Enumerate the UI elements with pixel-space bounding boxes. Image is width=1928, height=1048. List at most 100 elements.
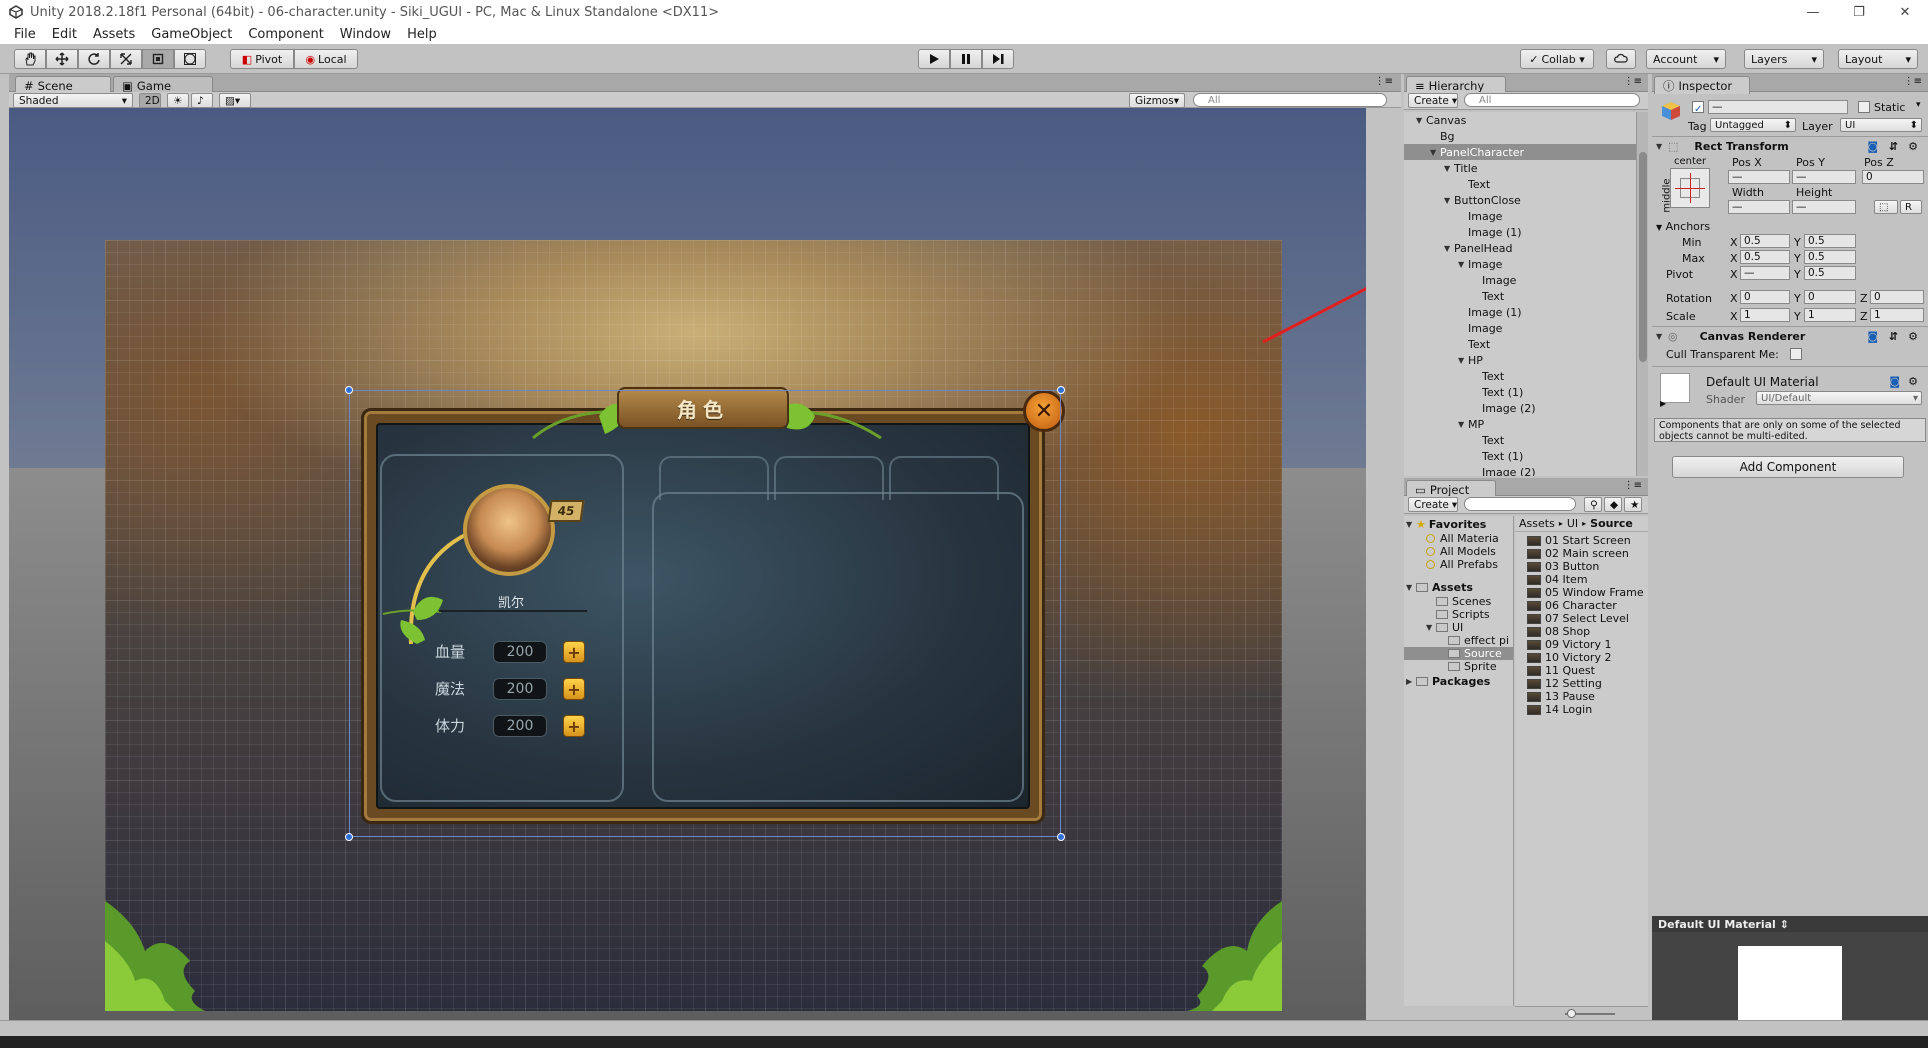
- scene-view[interactable]: 角色 ✕ 45 凯尔 血量 200 + 魔法 200 + 体力 200 +: [9, 108, 1366, 1020]
- hierarchy-item[interactable]: Image: [1404, 272, 1636, 288]
- asset-file-item[interactable]: 01 Start Screen: [1515, 534, 1648, 547]
- hierarchy-item[interactable]: ▼ ButtonClose: [1404, 192, 1636, 208]
- rotation-x-field[interactable]: 0: [1740, 290, 1790, 304]
- shading-mode-dropdown[interactable]: Shaded ▾: [13, 93, 133, 108]
- asset-file-item[interactable]: 08 Shop: [1515, 625, 1648, 638]
- help-icon[interactable]: ◙: [1889, 375, 1900, 388]
- pivot-toggle[interactable]: ◧ Pivot: [230, 49, 294, 69]
- hand-tool-button[interactable]: [14, 49, 46, 69]
- material-preview-header[interactable]: Default UI Material ⇕: [1652, 916, 1928, 932]
- asset-file-item[interactable]: 06 Character: [1515, 599, 1648, 612]
- object-name-field[interactable]: —: [1708, 100, 1848, 114]
- move-tool-button[interactable]: [46, 49, 78, 69]
- canvas-renderer-header[interactable]: ▼ ◎ Canvas Renderer ◙ ⇵ ⚙: [1652, 326, 1928, 346]
- hierarchy-item[interactable]: ▼ PanelHead: [1404, 240, 1636, 256]
- panel-menu-icon[interactable]: ⋮≡: [1624, 76, 1642, 87]
- rect-handle-top-left[interactable]: [345, 386, 353, 394]
- asset-file-item[interactable]: 09 Victory 1: [1515, 638, 1648, 651]
- asset-folder-item[interactable]: Source: [1404, 647, 1513, 660]
- asset-file-item[interactable]: 03 Button: [1515, 560, 1648, 573]
- favorite-button[interactable]: ★: [1624, 497, 1642, 512]
- scale-z-field[interactable]: 1: [1870, 308, 1924, 322]
- menu-file[interactable]: File: [6, 27, 44, 42]
- transform-tool-button[interactable]: [174, 49, 206, 69]
- step-button[interactable]: [982, 49, 1014, 69]
- expand-arrow-icon[interactable]: ▼: [1458, 260, 1468, 269]
- breadcrumb-assets[interactable]: Assets: [1519, 517, 1555, 530]
- static-checkbox[interactable]: [1858, 101, 1870, 113]
- anchors-foldout[interactable]: ▼ Anchors: [1656, 220, 1710, 233]
- asset-file-item[interactable]: 05 Window Frame: [1515, 586, 1648, 599]
- minimize-button[interactable]: —: [1790, 0, 1836, 24]
- rect-tool-button[interactable]: [142, 49, 174, 69]
- tag-dropdown[interactable]: Untagged ⬍: [1710, 118, 1796, 132]
- project-create-dropdown[interactable]: Create ▾: [1408, 497, 1458, 512]
- expand-arrow-icon[interactable]: ▼: [1444, 244, 1454, 253]
- shader-dropdown[interactable]: UI/Default ▾: [1756, 391, 1922, 405]
- tab-inspector[interactable]: ⓘ Inspector: [1654, 76, 1750, 94]
- menu-component[interactable]: Component: [240, 27, 331, 42]
- pivot-x-field[interactable]: —: [1740, 266, 1790, 280]
- effects-dropdown[interactable]: ▨▾: [219, 93, 251, 108]
- expand-arrow-icon[interactable]: ▼: [1444, 196, 1454, 205]
- help-icon[interactable]: ◙: [1867, 140, 1878, 153]
- packages-folder[interactable]: ▶ Packages: [1404, 673, 1513, 689]
- asset-file-item[interactable]: 14 Login: [1515, 703, 1648, 716]
- min-y-field[interactable]: 0.5: [1804, 234, 1856, 248]
- scale-x-field[interactable]: 1: [1740, 308, 1790, 322]
- asset-file-item[interactable]: 10 Victory 2: [1515, 651, 1648, 664]
- expand-arrow-icon[interactable]: ▼: [1458, 356, 1468, 365]
- hierarchy-item[interactable]: ▼ Image: [1404, 256, 1636, 272]
- account-dropdown[interactable]: Account ▾: [1646, 49, 1726, 69]
- hierarchy-item[interactable]: ▼ HP: [1404, 352, 1636, 368]
- hierarchy-item[interactable]: Text (1): [1404, 384, 1636, 400]
- selection-rect[interactable]: [349, 390, 1061, 837]
- hierarchy-scroll-thumb[interactable]: [1639, 152, 1647, 362]
- active-checkbox[interactable]: ✓: [1692, 101, 1704, 115]
- dropdown-arrow-icon[interactable]: ▾: [1916, 100, 1921, 110]
- rect-handle-top-right[interactable]: [1057, 386, 1065, 394]
- layout-dropdown[interactable]: Layout ▾: [1838, 49, 1918, 69]
- panel-menu-icon[interactable]: ⋮≡: [1904, 76, 1922, 87]
- hierarchy-item[interactable]: Text (1): [1404, 448, 1636, 464]
- play-button[interactable]: [918, 49, 950, 69]
- favorites-folder[interactable]: ▼ ★ Favorites: [1404, 516, 1513, 532]
- rotation-y-field[interactable]: 0: [1804, 290, 1856, 304]
- menu-assets[interactable]: Assets: [85, 27, 143, 42]
- layer-dropdown[interactable]: UI ⬍: [1840, 118, 1922, 132]
- hierarchy-item[interactable]: Text: [1404, 288, 1636, 304]
- hierarchy-item[interactable]: Image (1): [1404, 224, 1636, 240]
- asset-file-item[interactable]: 02 Main screen: [1515, 547, 1648, 560]
- menu-window[interactable]: Window: [332, 27, 399, 42]
- rect-transform-header[interactable]: ▼ ⬚ Rect Transform ◙ ⇵ ⚙: [1652, 136, 1928, 156]
- asset-folder-item[interactable]: Scenes: [1404, 595, 1513, 608]
- help-icon[interactable]: ◙: [1867, 330, 1878, 343]
- asset-file-item[interactable]: 04 Item: [1515, 573, 1648, 586]
- maximize-button[interactable]: ❐: [1836, 0, 1882, 24]
- hierarchy-item[interactable]: Image (1): [1404, 304, 1636, 320]
- rotation-z-field[interactable]: 0: [1870, 290, 1924, 304]
- posx-field[interactable]: —: [1728, 170, 1790, 184]
- anchor-presets-button[interactable]: [1670, 168, 1710, 208]
- asset-file-item[interactable]: 11 Quest: [1515, 664, 1648, 677]
- panel-menu-icon[interactable]: ⋮≡: [1624, 480, 1642, 491]
- min-x-field[interactable]: 0.5: [1740, 234, 1790, 248]
- blueprint-mode-button[interactable]: ⬚: [1874, 200, 1898, 214]
- breadcrumb-ui[interactable]: UI: [1567, 517, 1578, 530]
- expand-arrow-icon[interactable]: ▼: [1430, 148, 1440, 157]
- hierarchy-item[interactable]: ▼ PanelCharacter: [1404, 144, 1636, 160]
- rect-handle-bottom-left[interactable]: [345, 833, 353, 841]
- pause-button[interactable]: [950, 49, 982, 69]
- cloud-button[interactable]: [1606, 49, 1636, 69]
- hierarchy-item[interactable]: ▼ Canvas: [1404, 112, 1636, 128]
- hierarchy-item[interactable]: Text: [1404, 432, 1636, 448]
- cull-transparent-checkbox[interactable]: [1790, 348, 1802, 360]
- asset-folder-item[interactable]: effect pi: [1404, 634, 1513, 647]
- rect-handle-bottom-right[interactable]: [1057, 833, 1065, 841]
- scene-search-input[interactable]: All: [1193, 93, 1387, 107]
- rotate-tool-button[interactable]: [78, 49, 110, 69]
- expand-arrow-icon[interactable]: ▼: [1458, 420, 1468, 429]
- hierarchy-item[interactable]: Bg: [1404, 128, 1636, 144]
- favorite-item[interactable]: All Prefabs: [1404, 558, 1513, 571]
- max-y-field[interactable]: 0.5: [1804, 250, 1856, 264]
